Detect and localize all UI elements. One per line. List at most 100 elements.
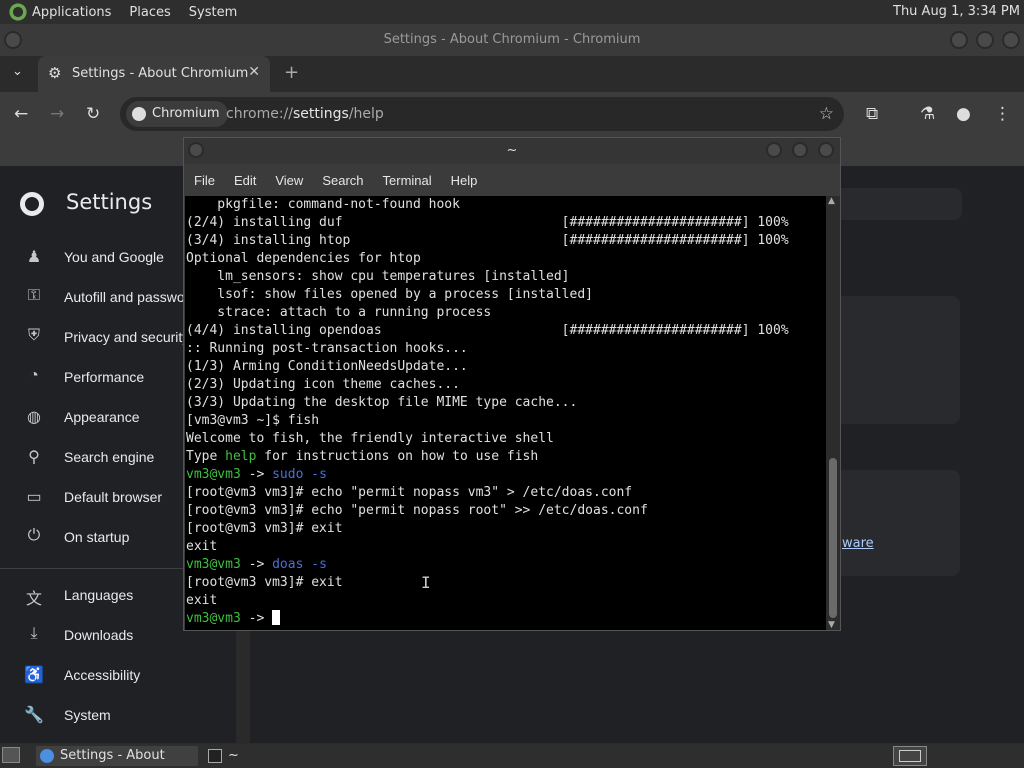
scroll-thumb[interactable]	[829, 458, 837, 618]
term-line: strace: attach to a running process	[186, 305, 492, 320]
menu-terminal[interactable]: Terminal	[383, 173, 432, 188]
menu-edit[interactable]: Edit	[234, 173, 256, 188]
nav-label: Search engine	[64, 449, 155, 465]
term-line: Optional dependencies for htop	[186, 251, 421, 266]
nav-label: You and Google	[64, 249, 164, 265]
terminal-window-menu-button[interactable]	[188, 142, 204, 158]
places-menu[interactable]: Places	[129, 5, 170, 20]
term-line: (1/3) Arming ConditionNeedsUpdate...	[186, 359, 468, 374]
site-chip-label: Chromium	[152, 106, 220, 121]
tab-search-chevron-icon[interactable]: ⌄	[12, 64, 23, 79]
prompt-user: vm3@vm3	[186, 467, 241, 482]
site-chip[interactable]: Chromium	[126, 101, 228, 127]
minimize-button[interactable]	[950, 31, 968, 49]
gear-icon: ⚙	[48, 64, 62, 82]
top-panel: Applications Places System Thu Aug 1, 3:…	[0, 0, 1024, 24]
scroll-up-arrow-icon[interactable]: ▲	[828, 196, 835, 206]
about-card	[820, 296, 960, 424]
term-line: :: Running post-transaction hooks...	[186, 341, 468, 356]
term-line: (4/4) installing opendoas [#############…	[186, 323, 789, 338]
scroll-down-arrow-icon[interactable]: ▼	[828, 620, 835, 630]
tab-title: Settings - About Chromium	[72, 66, 249, 81]
search-icon: ⚲	[28, 449, 40, 466]
back-button[interactable]: ←	[14, 104, 28, 124]
search-settings-box[interactable]	[820, 188, 962, 220]
prompt-user: vm3@vm3	[186, 611, 241, 626]
show-desktop-icon[interactable]	[2, 747, 20, 763]
terminal-close-button[interactable]	[818, 142, 834, 158]
term-line: exit	[186, 593, 218, 608]
menu-search[interactable]: Search	[322, 173, 363, 188]
taskbar-item-chromium[interactable]: Settings - About Ch...	[36, 746, 198, 766]
bookmark-star-icon[interactable]: ☆	[819, 104, 834, 124]
terminal-scrollbar[interactable]: ▲ ▼	[826, 196, 840, 630]
url-text[interactable]: chrome://settings/help	[226, 106, 384, 122]
forward-button[interactable]: →	[50, 104, 64, 124]
accessibility-icon: ♿	[24, 667, 44, 684]
applications-menu[interactable]: Applications	[32, 5, 111, 20]
terminal-menubar: File Edit View Search Terminal Help	[184, 164, 840, 196]
chromium-titlebar[interactable]: Settings - About Chromium - Chromium	[0, 24, 1024, 56]
nav-label: Autofill and passwords	[64, 289, 186, 305]
nav-item-accessibility[interactable]: ♿ Accessibility	[0, 656, 236, 696]
nav-label: Performance	[64, 369, 145, 385]
terminal-output[interactable]: pkgfile: command-not-found hook (2/4) in…	[185, 196, 827, 630]
browser-icon: ▭	[26, 489, 42, 506]
nav-label: System	[64, 707, 111, 723]
menu-view[interactable]: View	[275, 173, 303, 188]
term-line-prompt-active: vm3@vm3 ->	[186, 610, 827, 628]
system-menu[interactable]: System	[189, 5, 237, 20]
term-line: pkgfile: command-not-found hook	[186, 197, 460, 212]
speedometer-icon: ◔	[29, 367, 39, 384]
nav-label: Privacy and security	[64, 329, 186, 345]
terminal-titlebar[interactable]: ~	[184, 138, 840, 164]
prompt-arrow: ->	[240, 557, 273, 572]
profile-avatar-icon[interactable]: ●	[956, 104, 971, 124]
info-card	[820, 470, 960, 576]
url-path: /help	[348, 106, 384, 122]
prompt-user: vm3@vm3	[186, 557, 241, 572]
help-keyword: help	[225, 449, 257, 464]
tab-strip: ⌄ ⚙ Settings - About Chromium ✕ +	[0, 56, 1024, 92]
translate-icon: 文	[25, 591, 42, 608]
nav-label: On startup	[64, 529, 130, 545]
close-tab-icon[interactable]: ✕	[248, 64, 260, 80]
reload-button[interactable]: ↻	[86, 104, 100, 124]
close-button[interactable]	[1002, 31, 1020, 49]
kebab-menu-icon[interactable]: ⋮	[994, 104, 1011, 124]
term-line: [root@vm3 vm3]# exit	[186, 575, 343, 590]
taskbar-item-terminal[interactable]: ~	[204, 746, 370, 766]
prompt-arrow: ->	[240, 611, 273, 626]
nav-label: Downloads	[64, 627, 134, 643]
url-host: settings	[293, 106, 349, 122]
term-line-prompt: vm3@vm3 -> doas -s	[186, 556, 827, 574]
terminal-maximize-button[interactable]	[792, 142, 808, 158]
chromium-icon	[132, 107, 146, 121]
extensions-puzzle-icon[interactable]: ⧉	[866, 104, 878, 124]
shield-icon: ⛨	[27, 327, 40, 344]
term-line: lm_sensors: show cpu temperatures [insta…	[186, 269, 570, 284]
terminal-minimize-button[interactable]	[766, 142, 782, 158]
new-tab-button[interactable]: +	[284, 62, 299, 83]
window-menu-button[interactable]	[4, 31, 22, 49]
ibeam-cursor-icon: I	[421, 573, 431, 592]
labs-flask-icon[interactable]: ⚗	[920, 104, 935, 124]
term-line-prompt: vm3@vm3 -> sudo -s	[186, 466, 827, 484]
menu-file[interactable]: File	[194, 173, 215, 188]
tab-settings[interactable]: ⚙ Settings - About Chromium ✕	[38, 56, 270, 92]
menu-help[interactable]: Help	[451, 173, 478, 188]
workspace-switcher[interactable]	[893, 746, 927, 766]
power-icon: ⏻	[27, 527, 41, 544]
nav-label: Accessibility	[64, 667, 141, 683]
term-line: (2/4) installing duf [##################…	[186, 215, 789, 230]
address-bar[interactable]: Chromium chrome://settings/help ☆	[120, 97, 844, 131]
distro-logo-icon[interactable]	[8, 2, 28, 22]
task-label: Settings - About Ch...	[60, 748, 165, 763]
clock[interactable]: Thu Aug 1, 3:34 PM	[893, 4, 1020, 19]
term-line: (3/3) Updating the desktop file MIME typ…	[186, 395, 578, 410]
url-scheme: chrome://	[226, 106, 293, 122]
nav-item-system[interactable]: 🔧 System	[0, 696, 236, 736]
settings-title: Settings	[66, 190, 153, 214]
window-title: Settings - About Chromium - Chromium	[383, 32, 641, 47]
maximize-button[interactable]	[976, 31, 994, 49]
